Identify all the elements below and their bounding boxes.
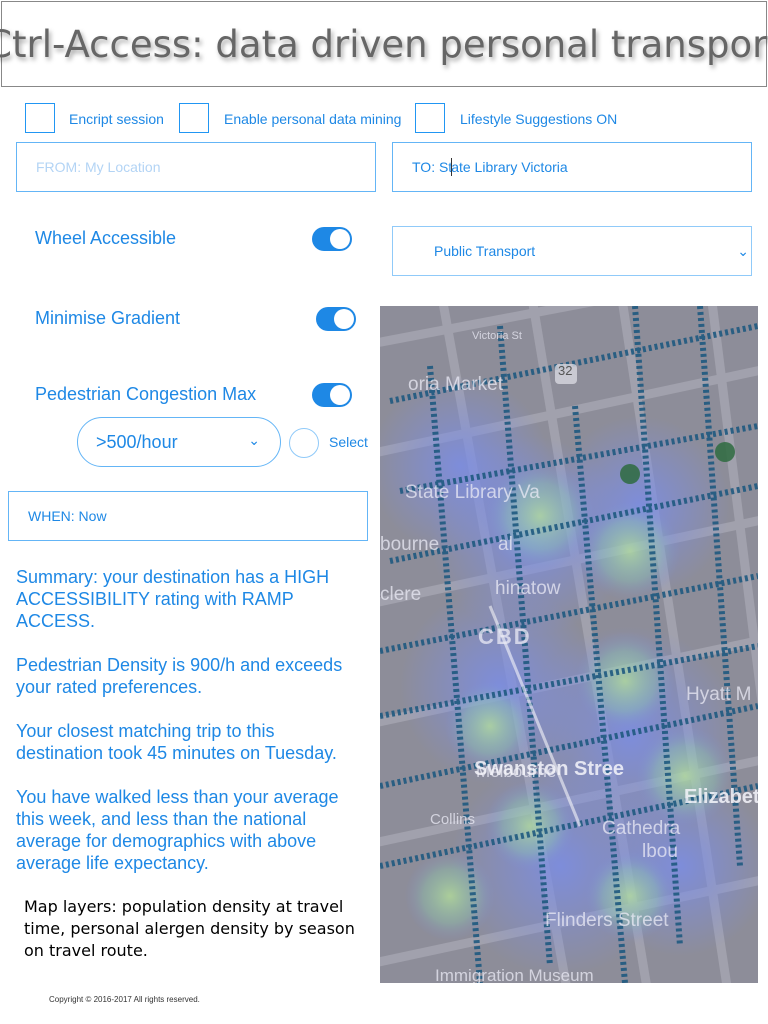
to-input[interactable]: TO: St ate Library Victoria [392,142,752,192]
app-header: Ctrl-Access: data driven personal transp… [0,1,768,87]
wheel-accessible-label: Wheel Accessible [35,228,177,248]
map-poi-label: bourne [380,534,440,555]
transport-mode-select[interactable]: Public Transport ⌄ [392,226,752,276]
when-value: WHEN: Now [28,508,107,524]
encrypt-session-checkbox[interactable] [25,103,55,133]
map-canvas [380,306,758,983]
summary-trip: Your closest matching trip to this desti… [16,721,337,763]
when-input[interactable]: WHEN: Now [8,491,368,541]
summary-density: Pedestrian Density is 900/h and exceeds … [16,655,343,697]
select-radio-label: Select [329,434,368,450]
map-street-label: Victoria St [472,330,522,342]
map-poi-label: clere [380,584,422,605]
to-value-end: ate Library Victoria [451,159,568,175]
select-radio[interactable] [289,428,319,458]
from-input[interactable]: FROM: My Location [16,142,376,192]
copyright-notice: Copyright © 2016-2017 All rights reserve… [49,995,200,1004]
transport-mode-value: Public Transport [434,243,536,259]
congestion-threshold-value: >500/hour [96,431,178,452]
summary-walking: You have walked less than your average t… [16,787,339,873]
map-poi-label: Immigration Museum [435,966,594,983]
map-poi-label: Cathedra [602,818,681,839]
map-street-label: Elizabet [684,786,758,808]
app-title: Ctrl-Access: data driven personal transp… [0,22,768,66]
data-mining-label: Enable personal data mining [224,111,402,127]
map-poi-label: oria Market [408,374,504,395]
encrypt-session-label: Encript session [69,111,164,127]
minimise-gradient-toggle[interactable] [316,307,356,331]
toggle-knob [330,385,350,405]
chevron-down-icon: ⌄ [737,243,749,259]
map-poi-label: hinatow [495,578,561,599]
minimise-gradient-label: Minimise Gradient [35,308,181,328]
map-poi-label: Hyatt M [686,684,752,705]
trip-summary: Summary: your destination has a HIGH ACC… [16,566,366,896]
from-placeholder: FROM: My Location [36,159,161,175]
to-value-start: TO: St [412,159,453,175]
wheel-accessible-toggle[interactable] [312,227,352,251]
map-area-label: CBD [478,624,532,649]
route-map[interactable]: 32 Victoria St oria Market State Library… [380,306,758,983]
map-street-label: Collins [430,811,476,828]
toggle-knob [330,229,350,249]
chevron-down-icon: ⌄ [248,432,260,448]
map-station-label: Flinders Street [545,910,669,931]
pedestrian-congestion-toggle[interactable] [312,383,352,407]
lifestyle-suggestions-label: Lifestyle Suggestions ON [460,111,618,127]
pedestrian-congestion-label: Pedestrian Congestion Max [35,384,257,404]
lifestyle-suggestions-checkbox[interactable] [415,103,445,133]
map-poi-label: al [498,534,513,555]
summary-accessibility: Summary: your destination has a HIGH ACC… [16,567,330,631]
data-mining-checkbox[interactable] [179,103,209,133]
map-poi-label: State Library Va [405,482,540,503]
congestion-threshold-select[interactable]: >500/hour ⌄ [77,417,281,467]
map-street-label: Swanston Stree [474,758,625,780]
map-poi-label: lbou [642,841,678,862]
route-number: 32 [558,363,573,378]
map-layers-caption: Map layers: population density at travel… [24,897,355,960]
toggle-knob [334,309,354,329]
